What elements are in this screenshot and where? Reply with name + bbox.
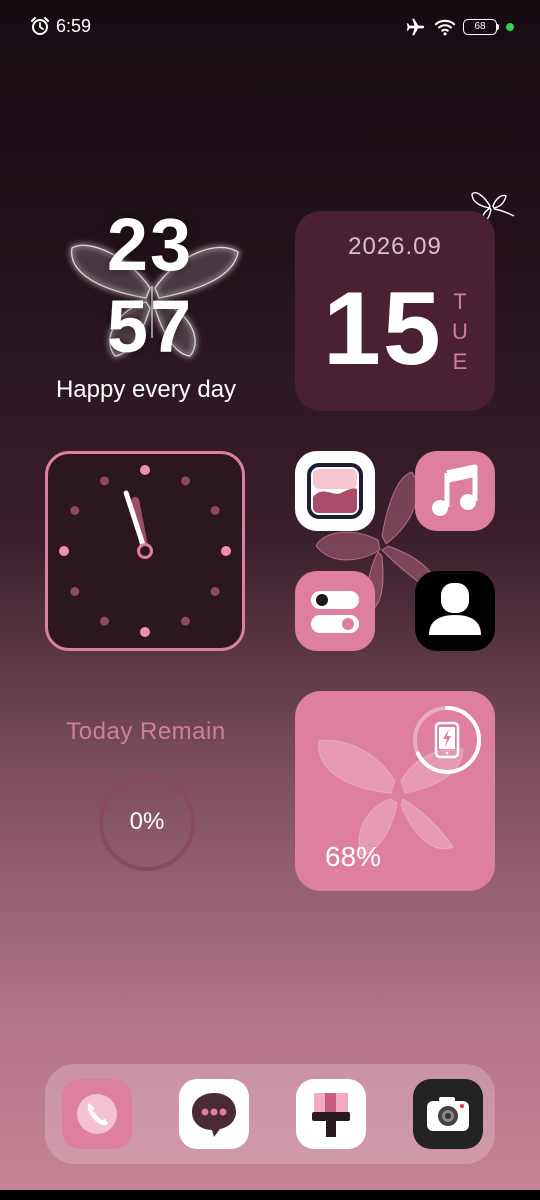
camera-app-icon[interactable] — [413, 1079, 483, 1149]
analog-clock-widget[interactable] — [45, 451, 245, 651]
battery-level: 68 — [474, 21, 486, 32]
airplane-mode-icon — [406, 18, 425, 36]
settings-toggle-icon — [311, 591, 359, 633]
weekday-letter: E — [452, 349, 468, 374]
status-time: 6:59 — [56, 16, 92, 36]
date-weekday: T U E — [449, 287, 471, 377]
privacy-indicator-dot — [506, 23, 514, 31]
date-year-month: 2026.09 — [348, 233, 442, 260]
clock-face — [59, 465, 231, 637]
clock-tick — [70, 587, 80, 596]
clock-tick — [100, 616, 109, 626]
dock — [45, 1064, 495, 1164]
navigation-bar — [0, 1190, 540, 1200]
clock-tick — [181, 616, 190, 626]
battery-icon: 68 — [463, 19, 497, 35]
battery-widget[interactable]: 68% — [295, 691, 495, 891]
clock-tick — [59, 546, 69, 556]
camera-icon — [427, 1097, 469, 1131]
status-bar: 6:59 68 — [0, 0, 540, 54]
battery-progress-ring — [413, 706, 481, 774]
battery-widget-value: 68% — [325, 841, 382, 872]
messages-app-icon[interactable] — [179, 1079, 249, 1149]
date-widget[interactable]: 2026.09 15 T U E — [295, 211, 495, 411]
date-day: 15 — [323, 271, 443, 387]
gallery-icon — [307, 463, 363, 519]
phone-app-icon[interactable] — [62, 1079, 132, 1149]
clock-tick — [140, 465, 150, 475]
clock-tick — [221, 546, 231, 556]
clock-tick — [140, 627, 150, 637]
gallery-app-icon[interactable] — [295, 451, 375, 531]
phone-icon — [77, 1094, 117, 1134]
clock-tick — [70, 506, 80, 515]
clock-caption: Happy every day — [55, 376, 237, 403]
contacts-app-icon[interactable] — [415, 571, 495, 651]
clock-tick — [210, 506, 220, 515]
settings-app-icon[interactable] — [295, 571, 375, 651]
clock-tick — [181, 476, 190, 486]
battery-tip — [497, 24, 499, 30]
today-remain-value: 0% — [129, 808, 165, 835]
clock-minute[interactable]: 57 — [60, 290, 240, 364]
messages-icon — [192, 1093, 236, 1137]
music-icon — [432, 464, 478, 516]
wifi-icon — [434, 19, 456, 36]
weekday-letter: T — [453, 289, 467, 314]
weekday-letter: U — [452, 319, 468, 344]
themes-app-icon[interactable] — [296, 1079, 366, 1149]
alarm-clock-icon — [31, 17, 49, 35]
today-remain-title: Today Remain — [66, 718, 226, 745]
clock-hour[interactable]: 23 — [60, 208, 240, 282]
contacts-icon — [429, 583, 481, 635]
clock-tick — [100, 476, 109, 486]
theme-brush-icon — [312, 1093, 350, 1137]
clock-tick — [210, 587, 220, 596]
music-app-icon[interactable] — [415, 451, 495, 531]
